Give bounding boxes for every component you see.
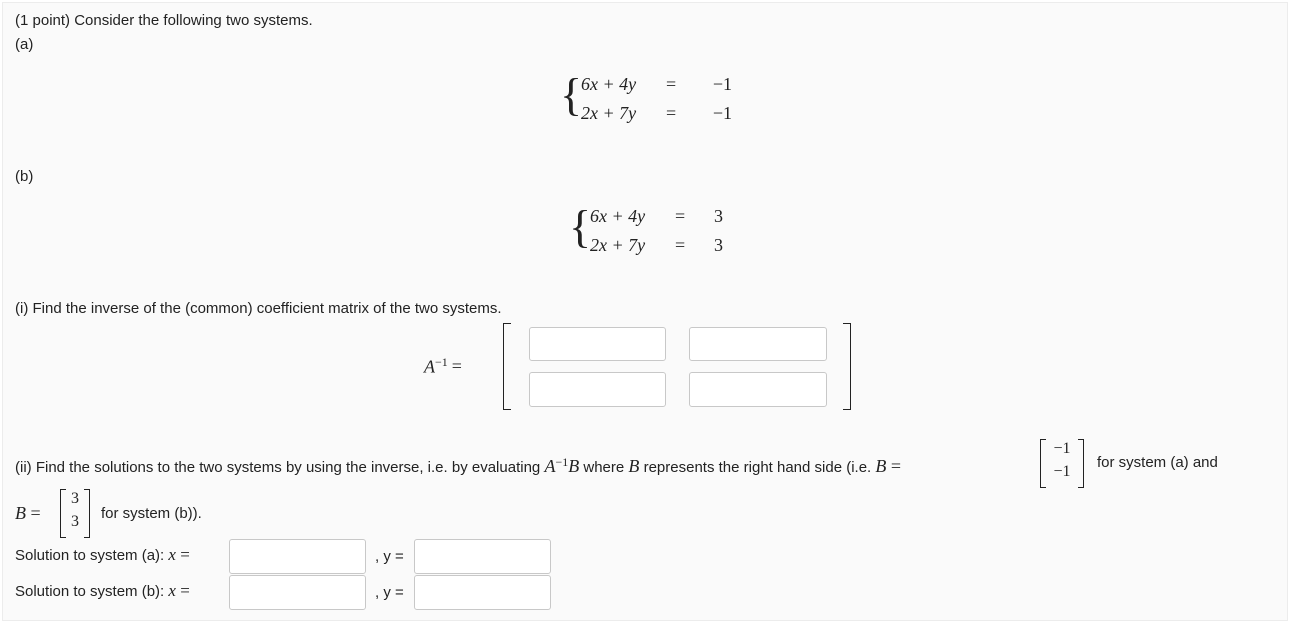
equals-sign: = xyxy=(175,545,190,564)
inverse-entry-1-1-input[interactable] xyxy=(529,327,666,361)
vector-b-system-b: 3 3 xyxy=(64,490,86,536)
vector-entry: 3 xyxy=(71,513,79,530)
inverse-label: A−1 = xyxy=(424,355,462,377)
prompt-text: (ii) Find the solutions to the two syste… xyxy=(15,459,545,476)
part-ii-prompt-end: for system (a) and xyxy=(1097,454,1218,471)
system-a-eq2-rhs: −1 xyxy=(712,103,732,123)
inverse-entry-1-2-input[interactable] xyxy=(689,327,827,361)
part-ii-prompt: (ii) Find the solutions to the two syste… xyxy=(15,453,901,477)
system-a-eq1-equals: = xyxy=(666,74,677,94)
system-a-eq2-equals: = xyxy=(666,103,677,123)
vector-b-system-a: −1 −1 xyxy=(1046,440,1078,486)
part-a-label: (a) xyxy=(15,36,34,53)
equals-sign: = xyxy=(26,503,41,523)
a-symbol: A xyxy=(544,456,556,476)
system-b-eq2-lhs: 2x + 7y xyxy=(590,235,646,255)
label-text: Solution to system (a): xyxy=(15,547,169,564)
b-symbol: B xyxy=(568,456,580,476)
system-b-eq2-equals: = xyxy=(675,235,686,255)
equals-sign: = xyxy=(175,581,190,600)
solution-b-x-input[interactable] xyxy=(229,575,366,610)
system-a-eq1-rhs: −1 xyxy=(712,74,732,94)
equals-sign: = xyxy=(886,456,902,476)
problem-intro: (1 point) Consider the following two sys… xyxy=(15,12,313,29)
system-b: { 6x + 4y = 3 2x + 7y = 3 xyxy=(569,202,769,262)
b-symbol: B xyxy=(628,456,640,476)
inverse-exponent: −1 xyxy=(555,455,569,469)
vector-a-right-bracket xyxy=(1078,439,1084,488)
system-b-eq1-rhs: 3 xyxy=(714,206,723,226)
b-equals-label: B = xyxy=(15,503,41,524)
x-symbol: x xyxy=(168,545,176,564)
prompt-text: where xyxy=(579,459,629,476)
inverse-exponent: −1 xyxy=(435,355,448,369)
solution-b-y-label: , y = xyxy=(375,584,404,601)
solution-a-x-input[interactable] xyxy=(229,539,366,574)
system-a-eq1-lhs: 6x + 4y xyxy=(581,74,637,94)
solution-b-label: Solution to system (b): x = xyxy=(15,582,190,601)
part-b-label: (b) xyxy=(15,168,34,185)
inverse-entry-2-1-input[interactable] xyxy=(529,372,666,407)
system-b-eq1-lhs: 6x + 4y xyxy=(590,206,646,226)
system-b-eq2-rhs: 3 xyxy=(714,235,723,255)
b-symbol: B xyxy=(15,503,26,523)
system-a: { 6x + 4y = −1 2x + 7y = −1 xyxy=(560,70,760,130)
solution-a-label: Solution to system (a): x = xyxy=(15,546,190,565)
equals-sign: = xyxy=(451,356,462,377)
b-symbol: B xyxy=(875,456,887,476)
matrix-a-symbol: A xyxy=(424,356,435,377)
left-brace: { xyxy=(560,69,583,120)
left-brace: { xyxy=(569,201,592,252)
matrix-left-bracket xyxy=(503,323,511,410)
x-symbol: x xyxy=(168,581,176,600)
for-system-b-label: for system (b)). xyxy=(101,505,202,522)
system-a-eq2-lhs: 2x + 7y xyxy=(581,103,637,123)
vector-entry: 3 xyxy=(71,490,79,507)
prompt-text: represents the right hand side (i.e. xyxy=(639,459,876,476)
inverse-entry-2-2-input[interactable] xyxy=(689,372,827,407)
solution-a-y-label: , y = xyxy=(375,548,404,565)
vector-entry: −1 xyxy=(1053,463,1071,480)
system-b-eq1-equals: = xyxy=(675,206,686,226)
solution-b-y-input[interactable] xyxy=(414,575,551,610)
label-text: Solution to system (b): xyxy=(15,583,169,600)
solution-a-y-input[interactable] xyxy=(414,539,551,574)
vector-entry: −1 xyxy=(1053,440,1071,457)
matrix-right-bracket xyxy=(843,323,851,410)
part-i-prompt: (i) Find the inverse of the (common) coe… xyxy=(15,300,502,317)
